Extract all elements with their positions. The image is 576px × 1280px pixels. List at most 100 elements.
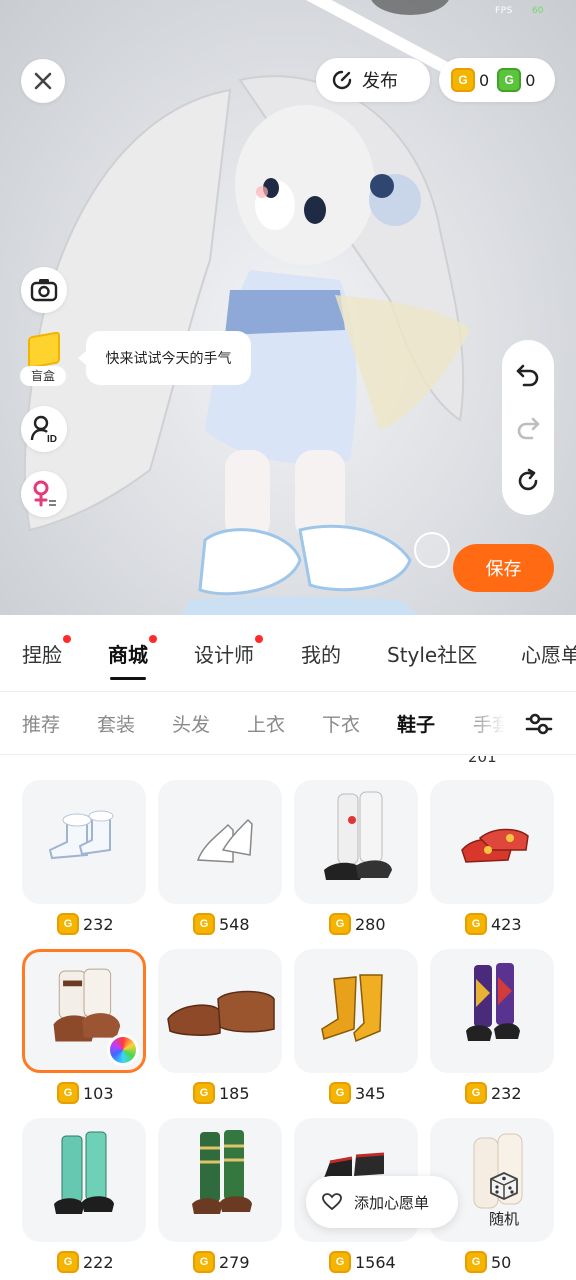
tab-face[interactable]: 捏脸 [22,635,71,669]
tab-style-community[interactable]: Style社区 [387,639,477,669]
tab-wishlist[interactable]: 心愿单 [521,639,576,669]
female-switch-icon [33,480,56,507]
item-price-value: 232 [83,914,114,934]
notification-dot [149,635,157,643]
item-card[interactable] [22,1118,146,1242]
item-price: G 50 [465,1250,511,1274]
category-hair[interactable]: 头发 [172,710,210,737]
item-price-value: 345 [355,1083,386,1103]
item-price-value: 103 [83,1083,114,1103]
item-card[interactable] [22,780,146,904]
category-sets[interactable]: 套装 [97,710,135,737]
item-price: G 232 [465,1081,522,1105]
item-price: G 345 [329,1081,386,1105]
gold-coin-icon: G [329,1082,351,1104]
redo-icon[interactable] [515,415,541,441]
item-price: G 222 [57,1250,114,1274]
red-embroidered-shoes-icon [461,828,529,863]
item-price: G 185 [193,1081,250,1105]
save-button[interactable]: 保存 [453,544,554,592]
id-icon: ID [30,415,57,444]
close-icon [34,72,52,90]
item-price: G 1564 [329,1250,396,1274]
reset-icon[interactable] [515,468,541,494]
gold-coin-icon: G [193,913,215,935]
random-label: 随机 [488,1210,519,1228]
item-price-value: 1564 [355,1252,396,1272]
gold-coin-icon: G [451,68,475,92]
rotate-handle[interactable] [414,532,450,568]
avatar-viewport[interactable]: FPS 60 发布 G 0 G 0 盲盒 快来试试今天的手气 ID 保存 [0,0,576,615]
item-price-value: 232 [491,1083,522,1103]
item-price-value: 279 [219,1252,250,1272]
item-card[interactable] [158,780,282,904]
svg-text:ID: ID [47,434,57,444]
gold-coin-icon: G [57,1082,79,1104]
blindbox-tip: 快来试试今天的手气 [78,331,251,385]
item-price-value: 423 [491,914,522,934]
sliders-icon[interactable] [524,709,554,739]
tab-mall[interactable]: 商城 [108,635,157,680]
notification-dot [255,635,263,643]
blindbox-tip-text: 快来试试今天的手气 [105,351,232,367]
category-shoes[interactable]: 鞋子 [397,710,435,737]
yellow-boots-icon [321,974,383,1043]
item-price: G 279 [193,1250,250,1274]
publish-button[interactable]: 发布 [316,58,430,102]
purple-argyle-boots-icon [466,963,520,1041]
leg-warmers-shoes-icon [324,791,392,880]
gold-coin-icon: G [329,913,351,935]
item-card[interactable] [158,949,282,1073]
blindbox-icon [28,331,60,369]
item-card-selected[interactable] [22,949,146,1073]
color-picker-icon[interactable] [107,1034,139,1066]
item-card[interactable] [294,780,418,904]
item-card[interactable] [158,1118,282,1242]
add-to-wishlist-label: 添加心愿单 [354,1193,430,1212]
item-price-value: 185 [219,1083,250,1103]
close-button[interactable] [21,59,65,103]
heart-icon [322,1193,342,1211]
id-button[interactable]: ID [21,406,67,452]
teal-boots-icon [54,1131,114,1214]
green-coin-count: 0 [525,70,536,90]
white-boots-icon [48,810,114,860]
gold-coin-count: 0 [479,70,490,90]
white-heels-icon [196,818,253,863]
gold-coin-icon: G [465,1251,487,1273]
blindbox-button[interactable]: 盲盒 [20,331,68,388]
random-button[interactable]: 随机 [474,1170,534,1234]
camera-icon [30,279,58,302]
save-label: 保存 [485,559,522,580]
tab-designer[interactable]: 设计师 [194,635,263,669]
item-card[interactable] [430,949,554,1073]
publish-icon [332,70,352,90]
gold-coin-icon: G [57,1251,79,1273]
active-tab-indicator [110,677,146,680]
notification-dot [63,635,71,643]
category-recommend[interactable]: 推荐 [22,710,60,737]
item-price-value: 50 [491,1252,512,1272]
category-tab-bar: 推荐 套装 头发 上衣 下衣 鞋子 手套 [0,692,576,755]
gold-coin-icon: G [193,1251,215,1273]
green-striped-boots-icon [192,1130,252,1214]
undo-icon[interactable] [515,362,541,388]
gender-switch-button[interactable] [21,471,67,517]
gold-coin-icon: G [57,913,79,935]
item-price: G 423 [465,912,522,936]
tab-wishlist-label: 心愿单 [521,643,576,667]
category-bottoms[interactable]: 下衣 [322,710,360,737]
category-tops[interactable]: 上衣 [247,710,285,737]
currency-balance[interactable]: G 0 G 0 [439,58,555,102]
tab-designer-label: 设计师 [194,643,254,667]
fps-value: 60 [532,6,544,16]
add-to-wishlist-button[interactable]: 添加心愿单 [306,1176,458,1228]
gold-coin-icon: G [465,913,487,935]
item-card[interactable] [294,949,418,1073]
scroll-fade [470,692,520,754]
tab-mine[interactable]: 我的 [301,639,341,669]
item-card[interactable] [430,780,554,904]
camera-button[interactable] [21,267,67,313]
publish-label: 发布 [362,71,398,92]
tab-mall-label: 商城 [108,643,148,667]
